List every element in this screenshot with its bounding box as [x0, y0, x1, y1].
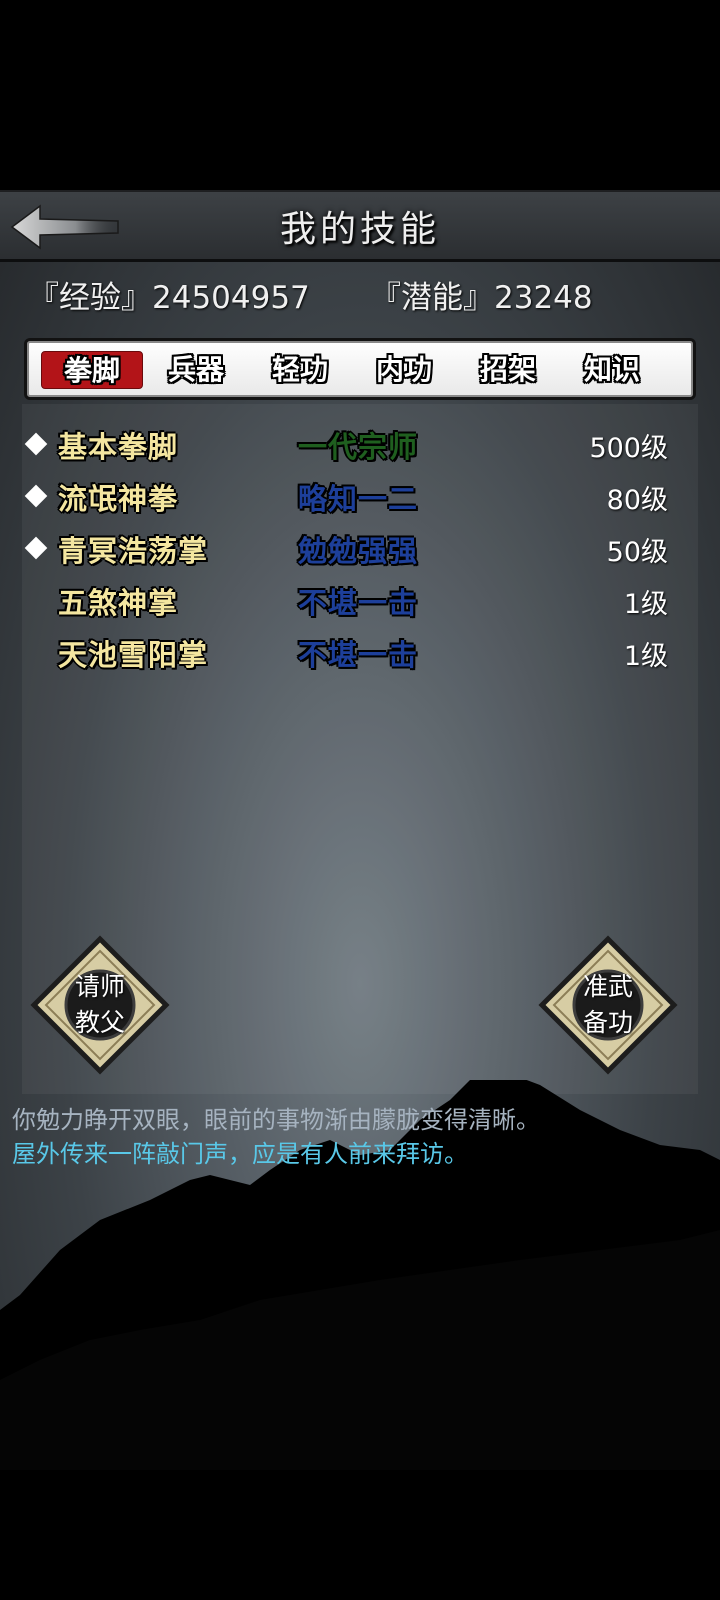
experience-value: 『经验』24504957: [28, 280, 310, 316]
message-line: 屋外传来一阵敲门声，应是有人前来拜访。: [12, 1140, 468, 1168]
tab-parry[interactable]: 招架: [457, 351, 559, 389]
skill-category-tabs: 拳脚 兵器 轻功 内功 招架 知识: [24, 338, 696, 400]
screen: 我的技能 『经验』24504957 『潜能』23248 拳脚 兵器 轻功 内功 …: [0, 0, 720, 1600]
ask-master-label-1: 请师: [74, 972, 125, 1001]
skill-rank: 不堪一击: [298, 638, 419, 672]
game-panel: 我的技能 『经验』24504957 『潜能』23248 拳脚 兵器 轻功 内功 …: [0, 190, 720, 1470]
skill-row[interactable]: 天池雪阳掌 不堪一击 1级: [22, 628, 698, 678]
ask-master-button[interactable]: 请师 教父: [30, 935, 170, 1075]
selected-marker-icon: [24, 484, 48, 508]
diamond-frame-icon: [30, 935, 170, 1075]
tab-internal[interactable]: 内功: [353, 351, 455, 389]
skill-row[interactable]: 五煞神掌 不堪一击 1级: [22, 576, 698, 626]
message-line: 你勉力睁开双眼，眼前的事物渐由朦胧变得清晰。: [12, 1106, 540, 1134]
skill-rank: 不堪一击: [298, 586, 419, 620]
skill-level: 50级: [606, 537, 668, 568]
skill-level: 1级: [623, 641, 668, 672]
message-log: 你勉力睁开双眼，眼前的事物渐由朦胧变得清晰。 屋外传来一阵敲门声，应是有人前来拜…: [0, 1092, 720, 1470]
skill-rank: 一代宗师: [298, 430, 419, 464]
page-title: 我的技能: [279, 209, 440, 250]
header-bar: 我的技能: [0, 190, 720, 262]
skill-row[interactable]: 青冥浩荡掌 勉勉强强 50级: [22, 524, 698, 574]
skill-name: 基本拳脚: [58, 430, 179, 464]
prepare-skill-button[interactable]: 准武 备功: [538, 935, 678, 1075]
skill-rank: 略知一二: [298, 482, 419, 516]
tab-fist[interactable]: 拳脚: [41, 351, 143, 389]
diamond-frame-icon: [538, 935, 678, 1075]
selected-marker-icon: [24, 432, 48, 456]
skill-name: 天池雪阳掌: [58, 638, 209, 672]
skill-rank: 勉勉强强: [298, 534, 419, 568]
tab-knowledge[interactable]: 知识: [561, 351, 663, 389]
skill-level: 80级: [606, 485, 668, 516]
prepare-skill-label-1: 准武: [582, 972, 633, 1001]
skill-name: 青冥浩荡掌: [58, 534, 209, 568]
skill-row[interactable]: 流氓神拳 略知一二 80级: [22, 472, 698, 522]
skill-name: 五煞神掌: [58, 586, 179, 620]
tab-weapon[interactable]: 兵器: [145, 351, 247, 389]
skill-name: 流氓神拳: [58, 482, 179, 516]
ask-master-label-2: 教父: [74, 1008, 125, 1037]
tab-lightness[interactable]: 轻功: [249, 351, 351, 389]
selected-marker-icon: [24, 536, 48, 560]
stats-bar: 『经验』24504957 『潜能』23248: [28, 272, 708, 316]
potential-value: 『潜能』23248: [370, 280, 593, 316]
skill-level: 1级: [623, 589, 668, 620]
skill-level: 500级: [589, 433, 668, 464]
prepare-skill-label-2: 备功: [582, 1008, 633, 1037]
skill-row[interactable]: 基本拳脚 一代宗师 500级: [22, 420, 698, 470]
